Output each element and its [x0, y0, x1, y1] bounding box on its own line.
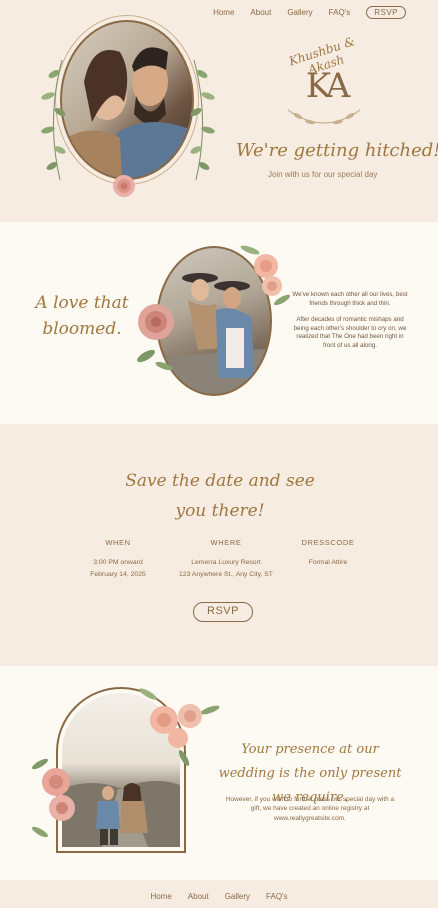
love-story-text: We've known each other all our lives, be… [292, 291, 408, 351]
when-date: February 14, 2025 [90, 571, 146, 578]
where-heading: WHERE [210, 538, 242, 547]
where-column: WHERE Lemerra Luxury Resort 123 Anywhere… [164, 538, 288, 581]
dresscode-column: DRESSCODE Formal Attire [292, 538, 364, 569]
couple-photo-illustration [62, 47, 192, 178]
flower-cluster-top-icon [139, 688, 220, 766]
nav-gallery[interactable]: Gallery [287, 8, 312, 17]
when-column: WHEN 3:00 PM onward February 14, 2025 [78, 538, 158, 581]
footer-gallery[interactable]: Gallery [225, 892, 250, 901]
where-address: 123 Anywhere St., Any City, ST [179, 571, 273, 578]
leaf-garland-right [190, 60, 215, 180]
when-time: 3:00 PM onward [93, 559, 143, 566]
love-title: A love that bloomed. [35, 293, 129, 339]
when-heading: WHEN [105, 538, 131, 547]
gift-text: However, if you wish to further bless ou… [225, 796, 395, 822]
nav-faqs[interactable]: FAQ's [329, 8, 351, 17]
top-nav: Home About Gallery FAQ's RSVP [213, 6, 406, 19]
nav-about[interactable]: About [250, 8, 271, 17]
footer-nav: Home About Gallery FAQ's [0, 892, 438, 901]
footer-home[interactable]: Home [150, 892, 171, 901]
footer-about[interactable]: About [188, 892, 209, 901]
love-paragraph-1: We've known each other all our lives, be… [292, 291, 408, 307]
couple-photo [60, 20, 194, 180]
leaf-garland-left [41, 60, 66, 180]
rose-bouquet-right-icon [240, 245, 290, 306]
rsvp-button[interactable]: RSVP [193, 602, 253, 622]
nav-home[interactable]: Home [213, 8, 234, 17]
logo-monogram: KA [305, 66, 351, 106]
dresscode-value: Formal Attire [308, 559, 348, 566]
rose-icon [113, 175, 135, 197]
footer-faqs[interactable]: FAQ's [266, 892, 288, 901]
rose-bouquet-left-icon [137, 304, 174, 371]
flower-cluster-left-icon [32, 758, 75, 838]
love-paragraph-2: After decades of romantic mishaps and be… [293, 316, 407, 349]
hero-headline: We're getting hitched! [236, 140, 438, 161]
dresscode-heading: DRESSCODE [301, 538, 355, 547]
save-the-date-title: Save the date and see you there! [125, 471, 315, 521]
where-venue: Lemerra Luxury Resort [191, 559, 261, 566]
nav-rsvp-button[interactable]: RSVP [366, 6, 406, 19]
hero-subline: Join with us for our special day [268, 170, 378, 179]
